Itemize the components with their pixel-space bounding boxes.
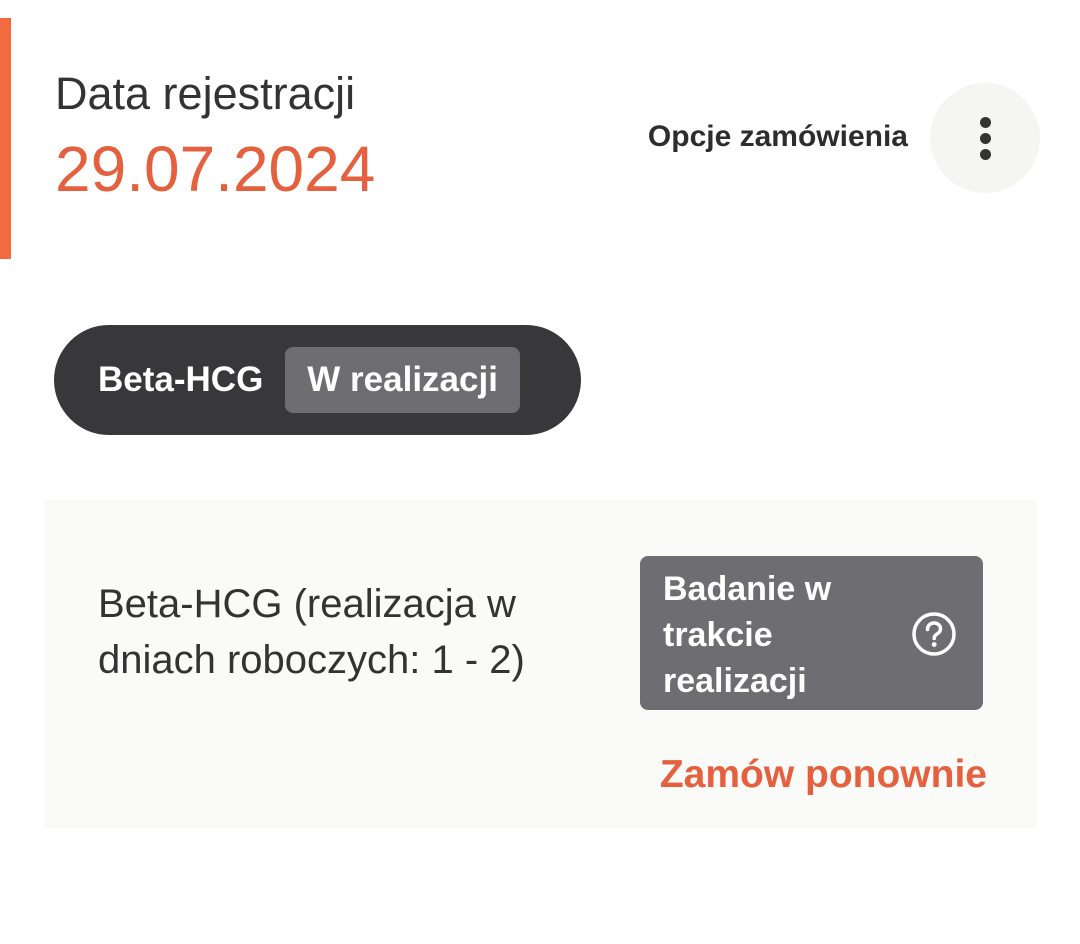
registration-date-label: Data rejestracji	[55, 68, 356, 119]
reorder-button[interactable]: Zamów ponownie	[660, 750, 987, 800]
order-options-menu-button[interactable]	[930, 83, 1040, 193]
pill-status-badge: W realizacji	[285, 347, 520, 413]
order-options-label[interactable]: Opcje zamówienia	[580, 117, 908, 157]
test-card: Beta-HCG (realizacja w dniach roboczych:…	[44, 500, 1037, 828]
registration-date-value: 29.07.2024	[55, 133, 376, 205]
test-status-box: Badanie w trakcie realizacji	[640, 556, 983, 710]
accent-bar	[0, 18, 11, 259]
pill-test-name: Beta-HCG	[98, 360, 264, 399]
test-status-text: Badanie w trakcie realizacji	[663, 570, 832, 700]
more-vertical-icon	[979, 114, 991, 162]
help-circle-icon[interactable]	[911, 611, 957, 657]
test-description: Beta-HCG (realizacja w dniach roboczych:…	[98, 582, 525, 682]
order-summary-pill: Beta-HCG W realizacji	[54, 325, 581, 435]
